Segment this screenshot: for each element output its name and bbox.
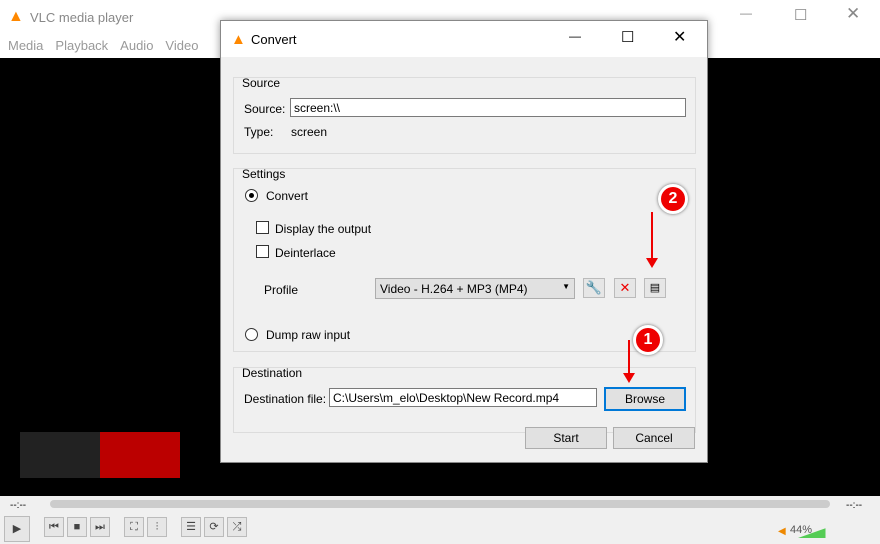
cancel-button[interactable]: Cancel: [613, 427, 695, 449]
vlc-cone-icon: ▲: [8, 8, 24, 25]
destination-group-label: Destination: [242, 366, 303, 380]
type-label: Type:: [244, 125, 274, 139]
minimize-button[interactable]: —: [740, 6, 752, 20]
annotation-badge-1: 1: [633, 325, 663, 355]
extended-settings-icon[interactable]: ⫶: [147, 517, 167, 537]
dump-raw-label: Dump raw input: [266, 328, 351, 342]
vlc-cone-icon: ▲: [231, 31, 246, 48]
menu-playback[interactable]: Playback: [55, 38, 108, 53]
playlist-icon[interactable]: ☰: [181, 517, 201, 537]
seek-bar[interactable]: [50, 500, 830, 508]
browse-button[interactable]: Browse: [604, 387, 686, 411]
new-profile-icon[interactable]: ▤: [644, 278, 666, 298]
menu-bar: Media Playback Audio Video: [8, 38, 210, 53]
dialog-title-bar: ▲ Convert — ☐ ✕: [221, 21, 707, 57]
display-output-checkbox[interactable]: [256, 221, 269, 234]
annotation-arrow-1: [623, 340, 635, 383]
source-group-label: Source: [242, 76, 281, 90]
menu-video[interactable]: Video: [165, 38, 198, 53]
menu-media[interactable]: Media: [8, 38, 43, 53]
annotation-badge-2: 2: [658, 184, 688, 214]
dump-raw-radio[interactable]: [245, 328, 258, 341]
start-button[interactable]: Start: [525, 427, 607, 449]
edit-profile-wrench-icon[interactable]: 🔧: [583, 278, 605, 298]
destination-file-input[interactable]: [329, 388, 597, 407]
loop-icon[interactable]: ⟳: [204, 517, 224, 537]
speaker-icon[interactable]: ◀: [778, 526, 786, 537]
destination-label: Destination file:: [244, 392, 327, 406]
close-button[interactable]: ✕: [846, 4, 860, 24]
type-value: screen: [291, 125, 328, 139]
previous-icon[interactable]: ⏮: [44, 517, 64, 537]
profile-value: Video - H.264 + MP3 (MP4): [380, 282, 528, 296]
maximize-button[interactable]: ☐: [794, 6, 807, 24]
next-icon[interactable]: ⏭: [90, 517, 110, 537]
dialog-close-button[interactable]: ✕: [673, 27, 686, 47]
convert-label: Convert: [266, 189, 309, 203]
delete-profile-icon[interactable]: ✕: [614, 278, 636, 298]
dialog-maximize-button[interactable]: ☐: [621, 28, 634, 46]
fullscreen-icon[interactable]: ⛶: [124, 517, 144, 537]
shuffle-icon[interactable]: ⤮: [227, 517, 247, 537]
dialog-minimize-button[interactable]: —: [569, 29, 581, 43]
stop-icon[interactable]: ■: [67, 517, 87, 537]
profile-label: Profile: [264, 283, 299, 297]
deinterlace-checkbox[interactable]: [256, 245, 269, 258]
dialog-title: Convert: [251, 32, 297, 47]
play-icon[interactable]: ▶: [4, 516, 30, 542]
source-label: Source:: [244, 102, 286, 116]
menu-audio[interactable]: Audio: [120, 38, 153, 53]
annotation-arrow-2: [646, 212, 658, 268]
convert-radio[interactable]: [245, 189, 258, 202]
display-output-label: Display the output: [275, 222, 372, 236]
convert-dialog: ▲ Convert — ☐ ✕ Source Source: Type: scr…: [220, 20, 708, 463]
settings-group: Settings Convert Display the output Dein…: [233, 167, 696, 352]
source-input[interactable]: [290, 98, 686, 117]
time-total: --:--: [846, 500, 863, 511]
watermark-logo: [20, 432, 180, 478]
profile-select[interactable]: Video - H.264 + MP3 (MP4) ▼: [375, 278, 575, 299]
settings-group-label: Settings: [242, 167, 286, 181]
app-title: VLC media player: [30, 10, 134, 25]
deinterlace-label: Deinterlace: [275, 246, 336, 260]
source-group: Source Source: Type: screen: [233, 76, 696, 154]
time-elapsed: --:--: [10, 500, 27, 511]
